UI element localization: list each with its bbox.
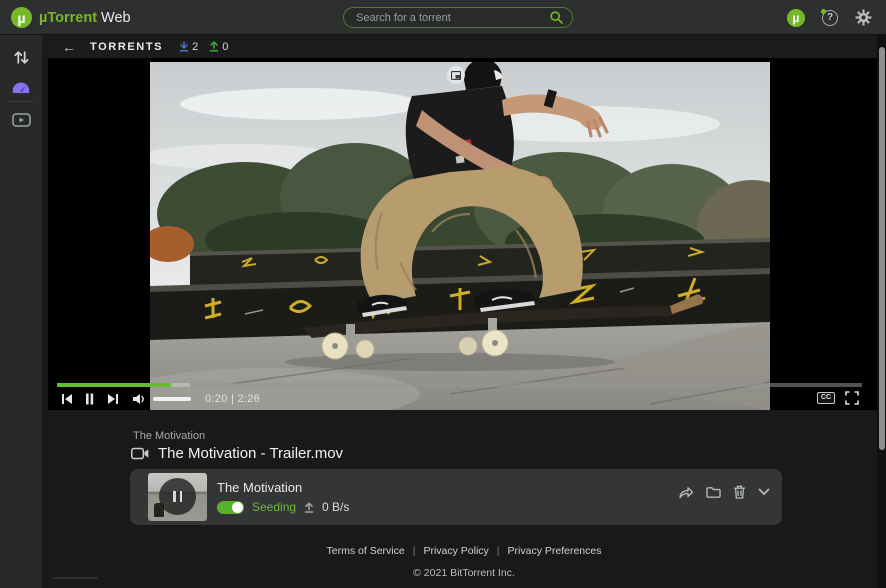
footer-separator: | [497, 545, 500, 557]
torrent-actions [678, 485, 770, 499]
video-frame[interactable] [150, 62, 770, 410]
previous-button[interactable] [61, 393, 73, 405]
seeding-stat: 0 [209, 41, 228, 53]
torrent-search [343, 7, 573, 28]
torrent-thumbnail[interactable] [148, 473, 207, 521]
seek-bar-fill [57, 383, 171, 387]
open-folder-button[interactable] [706, 486, 721, 499]
speed-gauge-icon [11, 79, 31, 94]
privacy-policy-link[interactable]: Privacy Policy [423, 545, 488, 557]
sidebar-rail [0, 35, 42, 588]
sidebar-item-speed[interactable] [0, 73, 42, 99]
upload-speed-icon [304, 502, 314, 513]
seek-bar[interactable] [57, 383, 862, 387]
collection-title: The Motivation [133, 430, 205, 442]
scrollbar-thumb[interactable] [879, 47, 885, 450]
terms-of-service-link[interactable]: Terms of Service [327, 545, 405, 557]
pause-bar [173, 491, 176, 502]
breadcrumb: ← TORRENTS 2 0 [42, 35, 886, 58]
status-badge: Seeding [252, 500, 296, 514]
volume-button[interactable] [132, 393, 146, 405]
upload-arrow-icon [209, 41, 219, 52]
torrent-name: The Motivation [217, 480, 302, 495]
downloading-count: 2 [192, 41, 198, 53]
file-title-row: The Motivation - Trailer.mov [131, 445, 343, 462]
transfer-stats: 2 0 [179, 41, 228, 53]
fullscreen-icon[interactable] [845, 391, 859, 405]
brand-name-rest: Web [101, 10, 131, 26]
seeding-toggle[interactable] [217, 501, 244, 514]
sidebar-item-devices[interactable] [0, 107, 42, 133]
toggle-knob [232, 502, 243, 513]
footer-links: Terms of Service | Privacy Policy | Priv… [42, 545, 886, 557]
copyright-text: © 2021 BitTorrent Inc. [42, 567, 886, 579]
utorrent-web-app: µ µTorrent Web µ ? [0, 0, 886, 588]
torrent-card: The Motivation Seeding 0 B/s [130, 469, 782, 525]
bottom-left-indicator [52, 577, 98, 579]
closed-captions-button[interactable]: CC [817, 392, 835, 404]
pip-icon [451, 71, 461, 80]
help-question-mark: ? [827, 12, 833, 23]
help-notification-dot [821, 9, 826, 14]
seek-bar-buffer [171, 383, 190, 387]
page-title: TORRENTS [90, 41, 163, 53]
header-bar: µ µTorrent Web µ ? [0, 0, 886, 35]
sidebar-divider [8, 101, 34, 102]
upload-speed: 0 B/s [322, 500, 349, 514]
brand-name-accent: µTorrent [39, 10, 97, 26]
chevron-down-icon [758, 488, 770, 496]
privacy-preferences-link[interactable]: Privacy Preferences [508, 545, 602, 557]
utorrent-logo-icon: µ [11, 7, 32, 28]
footer-separator: | [413, 545, 416, 557]
search-input[interactable] [356, 8, 541, 27]
header-actions: µ ? [787, 0, 872, 35]
next-button[interactable] [107, 393, 119, 405]
settings-gear-icon[interactable] [855, 9, 872, 26]
brand-name: µTorrent Web [39, 10, 131, 26]
pause-button[interactable] [85, 393, 94, 405]
file-name: The Motivation - Trailer.mov [158, 445, 343, 462]
trash-icon [733, 485, 746, 499]
share-button[interactable] [678, 485, 694, 499]
search-icon[interactable] [550, 11, 563, 24]
torrent-status-row: Seeding 0 B/s [217, 500, 349, 514]
downloading-stat: 2 [179, 41, 198, 53]
thumbnail-pause-overlay[interactable] [159, 478, 196, 515]
transport-controls: 0:20 | 2:26 [61, 390, 260, 408]
help-icon[interactable]: ? [822, 10, 838, 26]
sidebar-item-transfers[interactable] [0, 44, 42, 70]
device-tv-icon [12, 113, 31, 128]
download-arrow-icon [179, 41, 189, 52]
brand-logo: µ µTorrent Web [11, 7, 131, 28]
video-player: 0:20 | 2:26 CC [48, 58, 878, 410]
seeding-count: 0 [222, 41, 228, 53]
folder-icon [706, 486, 721, 499]
volume-slider[interactable] [153, 397, 191, 401]
scrollbar-track [877, 35, 886, 588]
back-button[interactable]: ← [62, 40, 76, 54]
player-secondary-controls: CC [817, 389, 859, 407]
pause-bar [180, 491, 183, 502]
time-display: 0:20 | 2:26 [205, 393, 260, 405]
video-camera-icon [131, 447, 149, 460]
upgrade-icon[interactable]: µ [787, 9, 805, 27]
delete-button[interactable] [733, 485, 746, 499]
picture-in-picture-button[interactable] [447, 66, 465, 84]
expand-button[interactable] [758, 488, 770, 496]
share-icon [678, 485, 694, 499]
transfers-arrows-icon [13, 49, 30, 66]
